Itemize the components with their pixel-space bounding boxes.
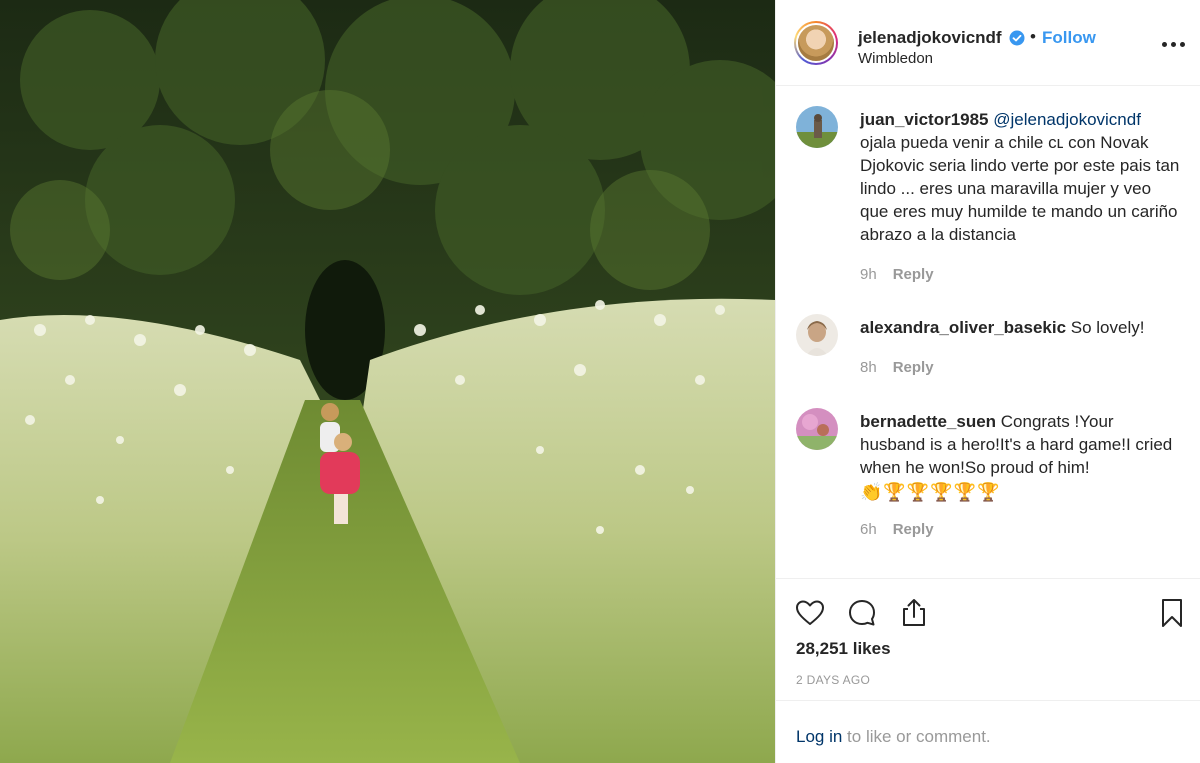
follow-button[interactable]: Follow <box>1042 28 1096 48</box>
verified-badge-icon <box>1009 30 1025 46</box>
post-header: jelenadjokovicndf • Follow Wimbledon <box>776 0 1200 86</box>
commenter-username[interactable]: alexandra_oliver_basekic <box>860 318 1066 337</box>
meadow-path-image <box>0 0 775 763</box>
reply-button[interactable]: Reply <box>893 521 934 538</box>
comment-time: 9h <box>860 266 877 283</box>
commenter-avatar[interactable] <box>796 314 838 356</box>
author-avatar[interactable] <box>794 21 838 65</box>
more-options-icon[interactable] <box>1162 42 1186 48</box>
instagram-post-view: jelenadjokovicndf • Follow Wimbledon jua… <box>0 0 1200 763</box>
login-prompt-text: Log in to like or comment. <box>796 727 991 747</box>
comment-time: 8h <box>860 359 877 376</box>
header-separator: • <box>1030 27 1036 46</box>
comment-text: alexandra_oliver_basekic So lovely! <box>860 316 1180 339</box>
post-timestamp: 2 DAYS AGO <box>796 673 871 687</box>
comment-mention[interactable]: @jelenadjokovicndf <box>993 110 1141 129</box>
post-actions: 28,251 likes 2 DAYS AGO <box>776 578 1200 700</box>
commenter-username[interactable]: juan_victor1985 <box>860 110 989 129</box>
comment-body: ojala pueda venir a chile cʟ con Novak D… <box>860 133 1180 244</box>
comment-time: 6h <box>860 521 877 538</box>
heart-icon[interactable] <box>794 597 826 629</box>
likes-count[interactable]: 28,251 likes <box>796 639 891 659</box>
author-username[interactable]: jelenadjokovicndf <box>858 28 1002 48</box>
post-photo[interactable] <box>0 0 775 763</box>
login-prompt: Log in to like or comment. <box>776 700 1200 763</box>
comment-icon[interactable] <box>846 597 878 629</box>
comment-meta: 9h Reply <box>860 266 934 283</box>
post-location[interactable]: Wimbledon <box>858 50 933 67</box>
comment-body: So lovely! <box>1070 318 1145 337</box>
bookmark-icon[interactable] <box>1156 597 1188 629</box>
reply-button[interactable]: Reply <box>893 359 934 376</box>
commenter-avatar[interactable] <box>796 408 838 450</box>
comment-text: bernadette_suen Congrats !Your husband i… <box>860 410 1180 504</box>
comment-emoji: 👏🏆🏆🏆🏆🏆 <box>860 482 1001 502</box>
login-suffix: to like or comment. <box>842 727 991 746</box>
post-side-panel: jelenadjokovicndf • Follow Wimbledon jua… <box>775 0 1200 763</box>
login-link[interactable]: Log in <box>796 727 842 746</box>
reply-button[interactable]: Reply <box>893 266 934 283</box>
comment-meta: 8h Reply <box>860 359 934 376</box>
comments-list[interactable]: juan_victor1985 @jelenadjokovicndf ojala… <box>776 86 1200 578</box>
comment-text: juan_victor1985 @jelenadjokovicndf ojala… <box>860 108 1180 246</box>
commenter-username[interactable]: bernadette_suen <box>860 412 996 431</box>
comment-meta: 6h Reply <box>860 521 934 538</box>
share-icon[interactable] <box>898 597 930 629</box>
commenter-avatar[interactable] <box>796 106 838 148</box>
